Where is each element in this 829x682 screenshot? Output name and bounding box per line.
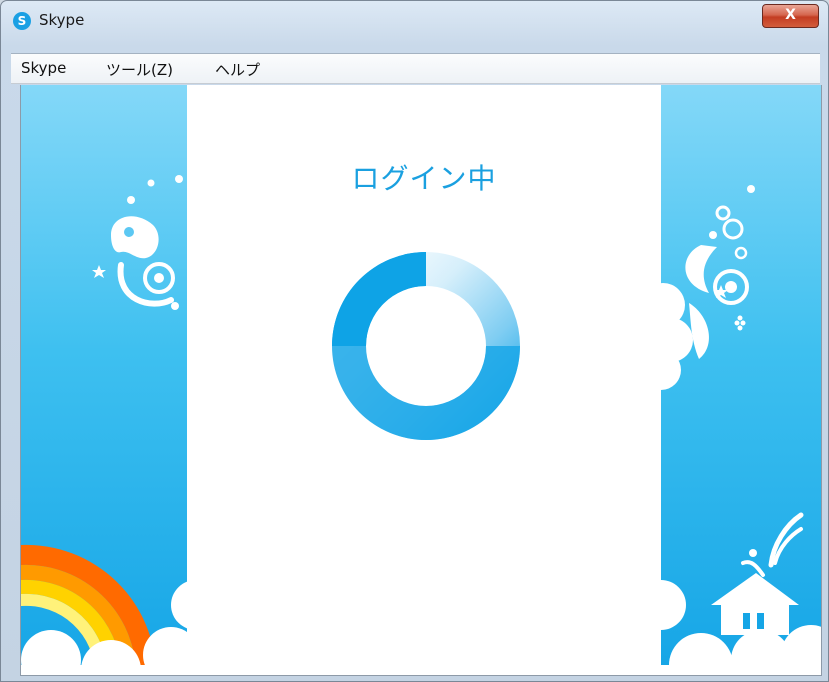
menu-item-tools[interactable]: ツール(Z) <box>106 59 173 80</box>
login-screen: ログイン中 <box>20 85 822 676</box>
skype-logo-icon: S <box>13 12 31 30</box>
loading-spinner-icon <box>332 252 520 440</box>
left-decoration-icon <box>92 175 183 310</box>
login-status-text: ログイン中 <box>351 162 497 195</box>
menu-item-help[interactable]: ヘルプ <box>215 59 260 80</box>
close-button[interactable]: X <box>762 4 819 28</box>
title-bar[interactable]: S Skype X <box>1 1 828 39</box>
menu-bar: Skype ツール(Z) ヘルプ <box>11 53 820 84</box>
skype-window: S Skype X Skype ツール(Z) ヘルプ ログイン中 <box>0 0 829 682</box>
window-title: Skype <box>39 11 85 29</box>
login-center-panel: ログイン中 <box>187 85 661 675</box>
menu-item-skype[interactable]: Skype <box>21 59 66 77</box>
